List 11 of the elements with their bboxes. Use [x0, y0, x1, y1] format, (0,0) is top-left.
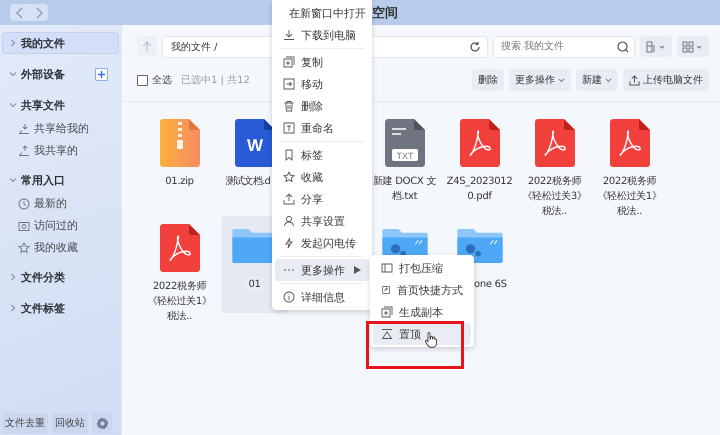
file-name: 01: [246, 277, 263, 292]
file-name: 测试文档.d: [225, 174, 270, 189]
file-name: 2022税务师《轻松过关3》税法..: [521, 174, 588, 219]
file-name: one 6S: [474, 278, 507, 292]
file-name: Z4S_20230120.pdf: [446, 175, 514, 204]
file-name: 01.zip: [164, 175, 195, 189]
file-name: 2022税务师《轻松过关1》税法..: [146, 280, 213, 324]
file-name: 新建 DOCX 文档.txt: [372, 174, 438, 204]
selection-status: 已选中1 | 共12: [181, 74, 250, 87]
file-name: 2022税务师《轻松过关1》税法..: [596, 174, 663, 219]
window-title: 空间: [372, 4, 398, 22]
